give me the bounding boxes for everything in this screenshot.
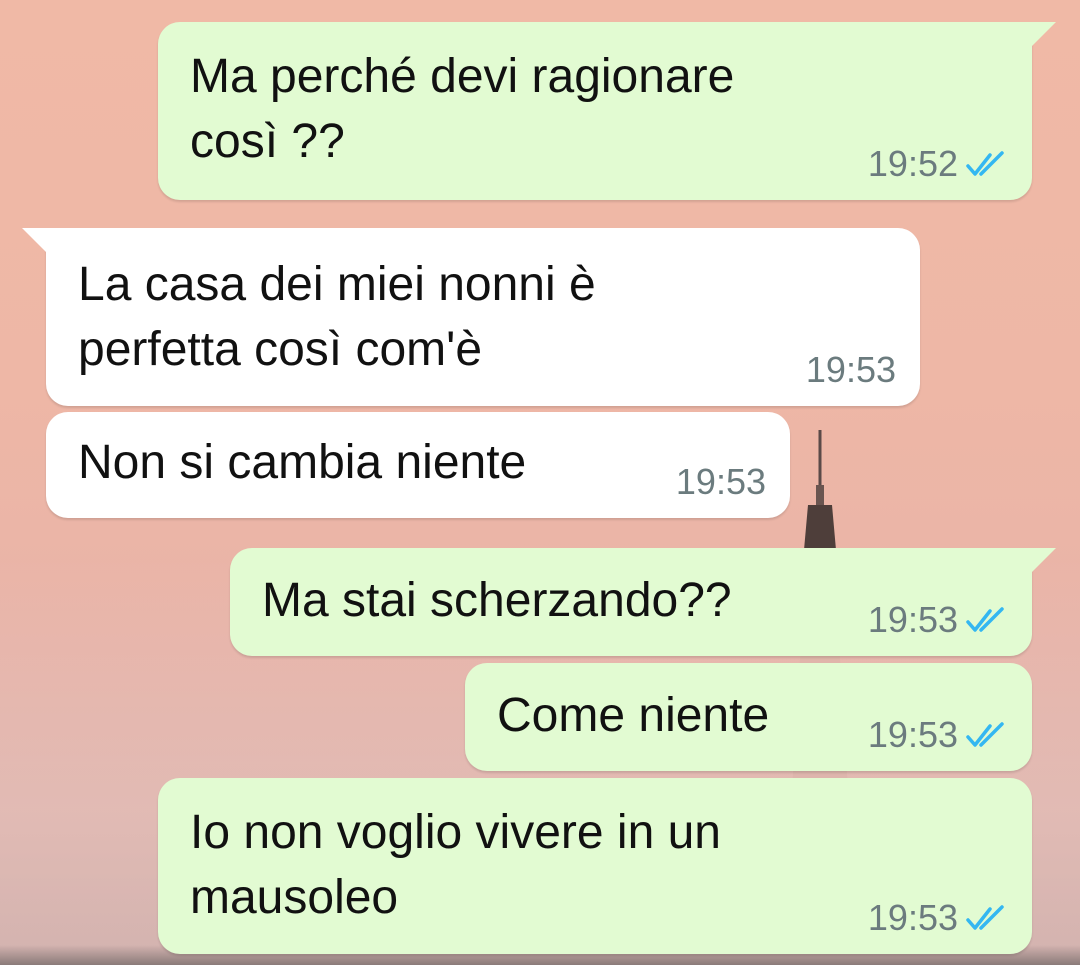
message-meta: 19:53 [868,715,1008,755]
message-text: Ma perché devi ragionare così ?? [190,50,735,168]
message-text: Ma stai scherzando?? [262,574,732,627]
double-check-read-icon [966,722,1004,747]
incoming-message-bubble[interactable]: La casa dei miei nonni è perfetta così c… [22,228,920,406]
message-timestamp: 19:53 [675,461,766,502]
message-meta: 19:53 [676,462,766,502]
outgoing-message-bubble[interactable]: Ma perché devi ragionare così ?? 19:52 [158,22,1056,200]
outgoing-message-bubble[interactable]: Ma stai scherzando?? 19:53 [230,548,1056,656]
message-text: Come niente [497,689,770,742]
message-meta: 19:53 [868,600,1008,640]
double-check-read-icon [966,905,1004,930]
message-text: Non si cambia niente [78,436,527,489]
message-text: La casa dei miei nonni è perfetta così c… [78,258,596,376]
message-timestamp: 19:52 [867,143,958,184]
message-timestamp: 19:53 [867,599,958,640]
double-check-read-icon [966,607,1004,632]
message-meta: 19:53 [868,898,1008,938]
message-timestamp: 19:53 [867,897,958,938]
outgoing-message-bubble[interactable]: Io non voglio vivere in un mausoleo 19:5… [158,778,1032,954]
double-check-read-icon [966,151,1004,176]
message-text: Io non voglio vivere in un mausoleo [190,806,721,924]
incoming-message-bubble[interactable]: Non si cambia niente 19:53 [46,412,790,518]
message-meta: 19:52 [868,144,1008,184]
message-timestamp: 19:53 [867,714,958,755]
message-timestamp: 19:53 [805,349,896,390]
outgoing-message-bubble[interactable]: Come niente 19:53 [465,663,1032,771]
message-meta: 19:53 [806,350,896,390]
